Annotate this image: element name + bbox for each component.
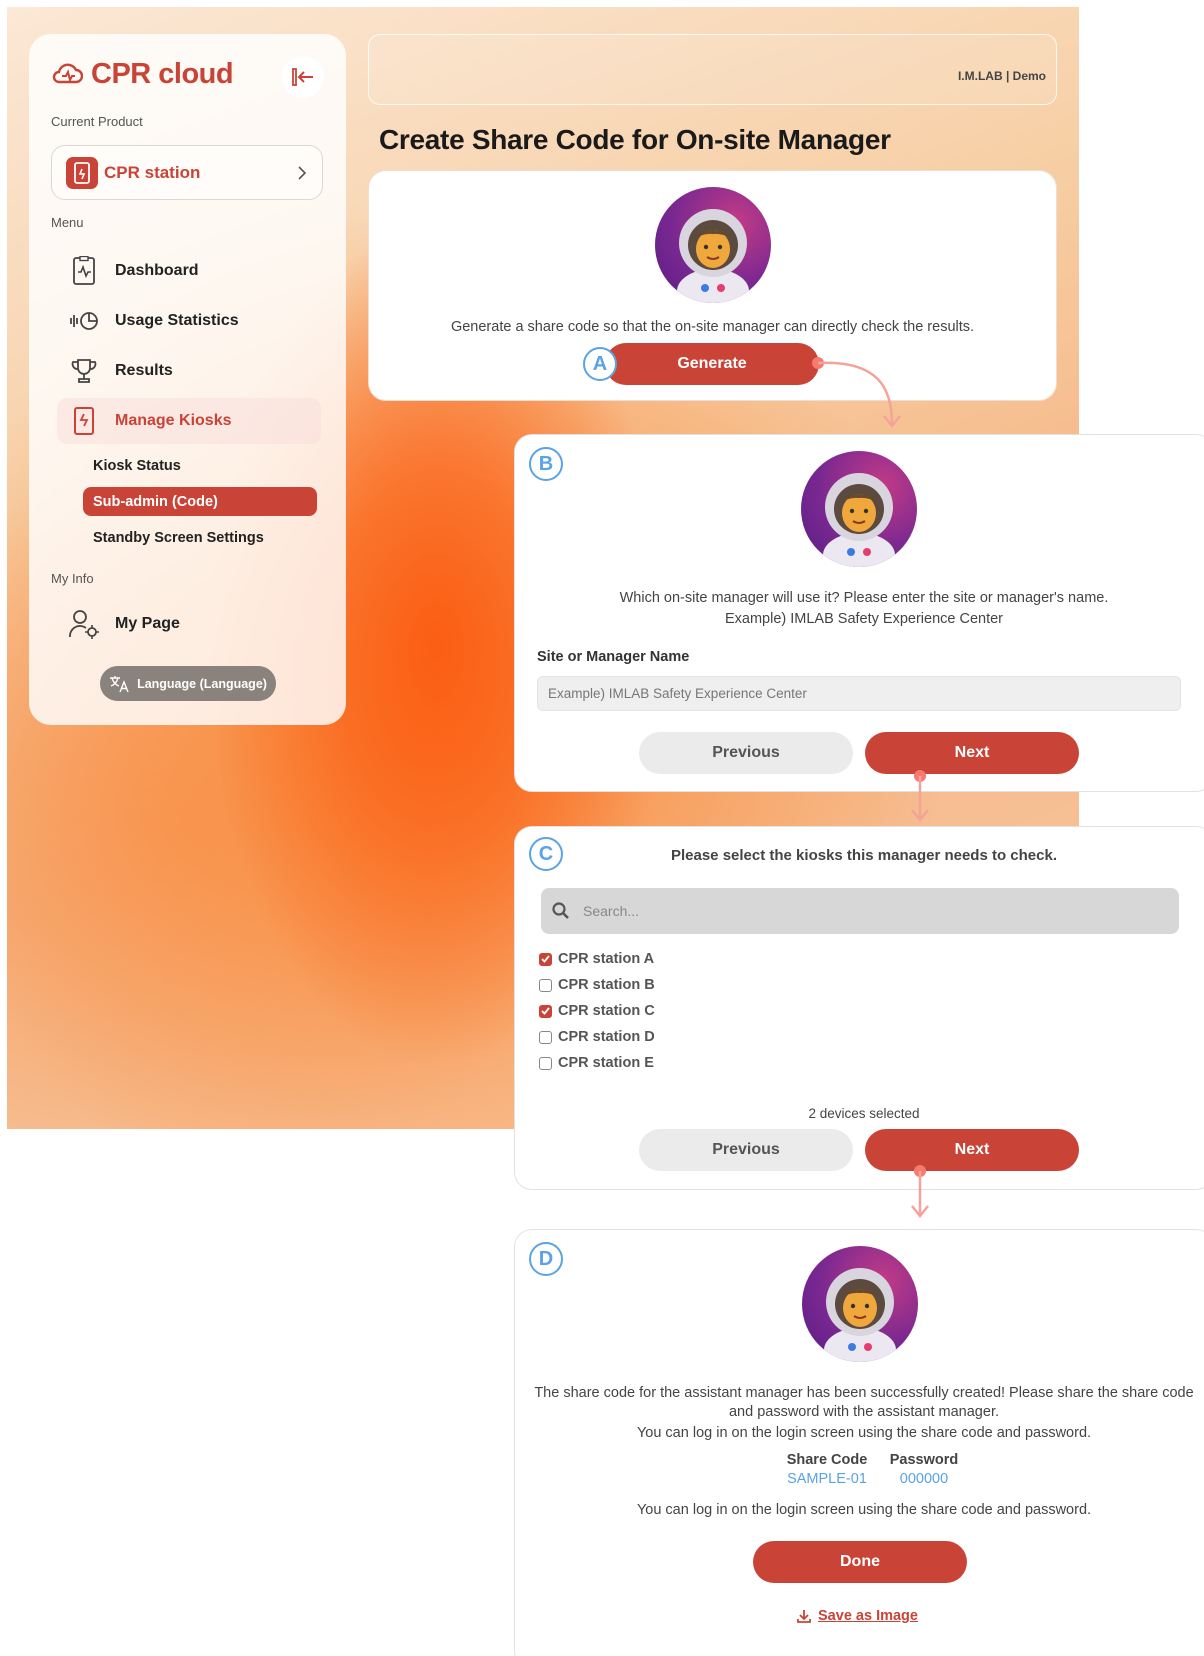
kiosk-name: CPR station D	[558, 1029, 655, 1045]
usage-statistics-icon	[67, 304, 101, 338]
user-info[interactable]: I.M.LAB | Demo	[958, 69, 1046, 83]
login-footnote: You can log in on the login screen using…	[636, 1502, 1092, 1518]
step-c-prompt: Please select the kiosks this manager ne…	[670, 847, 1057, 864]
success-message-line2: and password with the assistant manager.	[728, 1404, 999, 1420]
password-block: Password 000000	[879, 1452, 969, 1487]
translate-icon	[110, 675, 129, 692]
kiosk-checkbox-row[interactable]: CPR station B	[539, 977, 655, 993]
kiosk-icon	[67, 404, 101, 438]
kiosk-checkbox-row[interactable]: CPR station E	[539, 1055, 654, 1071]
share-code-value: SAMPLE-01	[787, 1471, 867, 1487]
save-as-image-label: Save as Image	[818, 1608, 918, 1624]
previous-button[interactable]: Previous	[639, 1129, 853, 1171]
step-b-example: Example) IMLAB Safety Experience Center	[724, 611, 1004, 627]
trophy-icon	[67, 354, 101, 388]
user-settings-icon	[67, 607, 101, 641]
step-badge-a: A	[583, 347, 617, 381]
done-button[interactable]: Done	[753, 1541, 967, 1583]
kiosk-name: CPR station C	[558, 1003, 655, 1019]
password-label: Password	[889, 1452, 959, 1468]
connector-arrowhead	[911, 1205, 929, 1219]
share-code-block: Share Code SAMPLE-01	[777, 1452, 877, 1487]
menu-label: Menu	[51, 215, 84, 230]
step-a-card: Generate a share code so that the on-sit…	[368, 170, 1057, 401]
search-icon	[552, 902, 569, 919]
selected-count: 2 devices selected	[808, 1106, 920, 1121]
sidebar-item-usage-statistics[interactable]: Usage Statistics	[57, 298, 321, 344]
search-placeholder: Search...	[583, 903, 640, 919]
step-d-card: D The share code for the assistant manag…	[514, 1229, 1204, 1656]
top-bar: I.M.LAB | Demo	[368, 34, 1057, 105]
step-badge-d: D	[529, 1242, 563, 1276]
language-button[interactable]: Language (Language)	[100, 666, 276, 701]
checkbox-checked[interactable]	[539, 1004, 552, 1018]
step-b-question: Which on-site manager will use it? Pleas…	[619, 590, 1109, 606]
sidebar-item-label: Usage Statistics	[115, 312, 239, 329]
success-message-line1: The share code for the assistant manager…	[534, 1385, 1194, 1401]
save-as-image-link[interactable]: Save as Image	[515, 1608, 1199, 1624]
kiosk-search-input[interactable]: Search...	[541, 888, 1179, 934]
checkbox-unchecked[interactable]	[539, 1056, 552, 1070]
next-button[interactable]: Next	[865, 1129, 1079, 1171]
checkbox-unchecked[interactable]	[539, 978, 552, 992]
product-selector[interactable]: CPR station	[51, 145, 323, 200]
sidebar-item-my-page[interactable]: My Page	[57, 601, 321, 647]
password-value: 000000	[899, 1471, 949, 1487]
step-b-card: B Which on-site manager will use it? Ple…	[514, 434, 1204, 792]
step-a-description: Generate a share code so that the on-sit…	[450, 319, 975, 335]
collapse-arrow-icon	[292, 68, 313, 86]
sidebar-item-manage-kiosks[interactable]: Manage Kiosks	[57, 398, 321, 444]
checkbox-unchecked[interactable]	[539, 1030, 552, 1044]
dashboard-icon	[67, 254, 101, 288]
kiosk-checkbox-row[interactable]: CPR station A	[539, 951, 654, 967]
page-title: Create Share Code for On-site Manager	[379, 124, 891, 155]
next-button[interactable]: Next	[865, 732, 1079, 774]
sidebar-item-label: Results	[115, 362, 173, 379]
collapse-sidebar-button[interactable]	[282, 56, 324, 98]
sidebar-subitem-sub-admin-code[interactable]: Sub-admin (Code)	[83, 487, 317, 516]
download-icon	[797, 1610, 811, 1623]
brand-logo[interactable]: CPR cloud	[51, 58, 234, 91]
astronaut-avatar	[801, 451, 917, 567]
sidebar-subitem-kiosk-status[interactable]: Kiosk Status	[83, 451, 317, 480]
cpr-station-icon	[66, 156, 98, 189]
current-product-label: Current Product	[51, 114, 143, 129]
sidebar-item-label: My Page	[115, 615, 180, 632]
astronaut-avatar	[655, 187, 771, 303]
previous-button[interactable]: Previous	[639, 732, 853, 774]
sidebar-item-results[interactable]: Results	[57, 348, 321, 394]
brand-name: CPR cloud	[91, 58, 234, 90]
astronaut-avatar	[802, 1246, 918, 1362]
checkbox-checked[interactable]	[539, 952, 552, 966]
step-badge-b: B	[529, 447, 563, 481]
success-message-line3: You can log in on the login screen using…	[636, 1425, 1092, 1441]
kiosk-name: CPR station A	[558, 951, 655, 967]
sidebar-item-dashboard[interactable]: Dashboard	[57, 248, 321, 294]
kiosk-checkbox-row[interactable]: CPR station D	[539, 1029, 655, 1045]
generate-button[interactable]: Generate	[605, 343, 819, 385]
my-info-label: My Info	[51, 571, 94, 586]
share-code-label: Share Code	[786, 1452, 868, 1468]
sidebar: CPR cloud Current Product CPR station Me…	[29, 34, 346, 725]
kiosk-checkbox-row[interactable]: CPR station C	[539, 1003, 655, 1019]
step-c-card: C Please select the kiosks this manager …	[514, 826, 1204, 1190]
site-manager-name-label: Site or Manager Name	[537, 649, 690, 665]
chevron-right-icon	[298, 165, 307, 180]
cloud-logo-icon	[52, 63, 83, 83]
product-name: CPR station	[104, 162, 201, 182]
sidebar-subitem-standby-screen-settings[interactable]: Standby Screen Settings	[83, 523, 317, 552]
sidebar-item-label: Manage Kiosks	[115, 412, 232, 429]
kiosk-name: CPR station B	[558, 977, 655, 993]
sidebar-item-label: Dashboard	[115, 262, 199, 279]
site-manager-name-input[interactable]: Example) IMLAB Safety Experience Center	[537, 676, 1181, 711]
language-label: Language (Language)	[137, 676, 267, 691]
kiosk-name: CPR station E	[558, 1055, 654, 1071]
